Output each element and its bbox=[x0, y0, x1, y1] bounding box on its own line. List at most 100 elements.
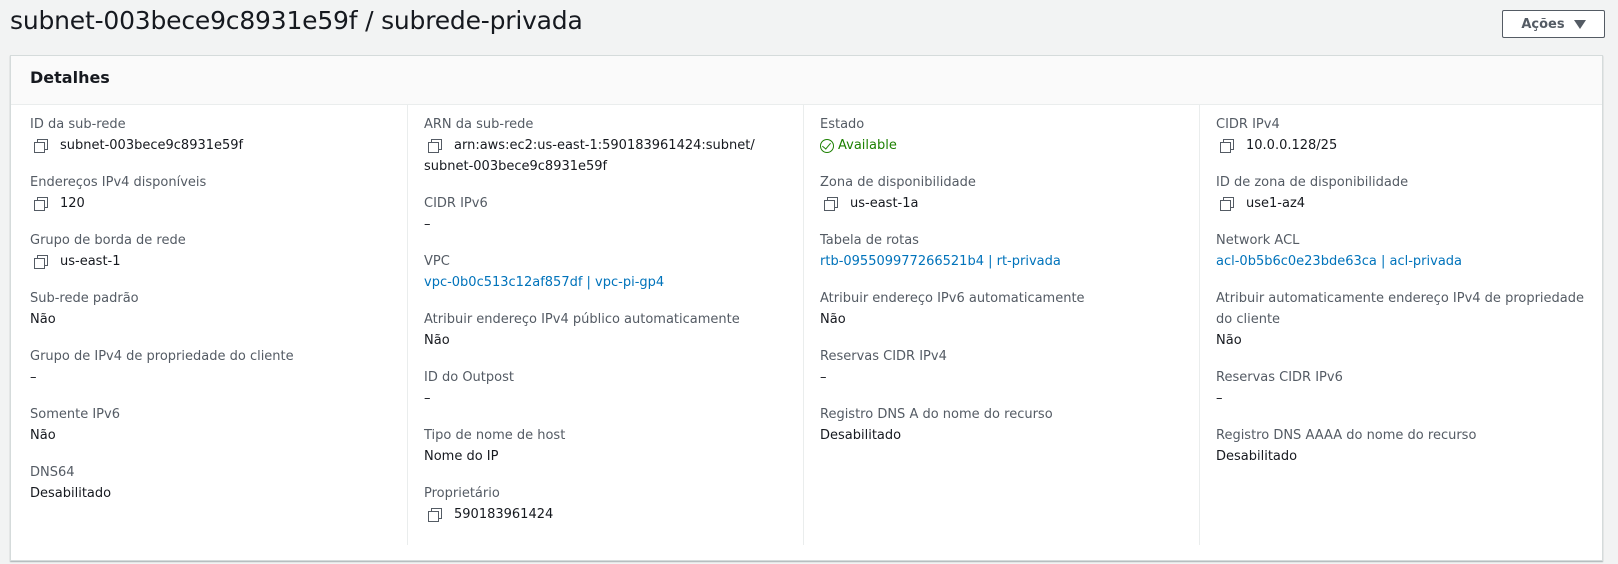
available-ipv4-label: Endereços IPv4 disponíveis bbox=[30, 175, 207, 190]
hostname-type-field: Tipo de nome de host Nome do IP bbox=[424, 425, 565, 467]
copy-icon[interactable] bbox=[428, 508, 442, 522]
ipv4-cidr-label: CIDR IPv4 bbox=[1216, 117, 1280, 132]
vpc-field: VPC vpc-0b0c513c12af857df | vpc-pi-gp4 bbox=[424, 251, 664, 293]
subnet-arn-value-row: arn:aws:ec2:us-east-1:590183961424:subne… bbox=[424, 135, 755, 156]
copy-icon[interactable] bbox=[428, 139, 442, 153]
dns-a-record-field: Registro DNS A do nome do recurso Desabi… bbox=[820, 404, 1053, 446]
ipv4-cidr-value-row: 10.0.0.128/25 bbox=[1216, 135, 1337, 156]
ipv6-cidr-field: CIDR IPv6 – bbox=[424, 193, 488, 235]
availability-zone-value-row: us-east-1a bbox=[820, 193, 976, 214]
details-column-3: Estado Available Zona de disponibilidade… bbox=[803, 105, 1199, 545]
ipv6-cidr-reservations-field: Reservas CIDR IPv6 – bbox=[1216, 367, 1343, 409]
state-status: Available bbox=[820, 135, 897, 156]
owner-label: Proprietário bbox=[424, 486, 500, 501]
outpost-id-field: ID do Outpost – bbox=[424, 367, 514, 409]
availability-zone-id-value: use1-az4 bbox=[1246, 196, 1306, 211]
ipv4-cidr-value: 10.0.0.128/25 bbox=[1246, 138, 1338, 153]
availability-zone-id-value-row: use1-az4 bbox=[1216, 193, 1408, 214]
check-circle-icon bbox=[820, 138, 834, 153]
dns-aaaa-record-field: Registro DNS AAAA do nome do recurso Des… bbox=[1216, 425, 1476, 467]
subnet-arn-label: ARN da sub-rede bbox=[424, 117, 534, 132]
hostname-type-label: Tipo de nome de host bbox=[424, 428, 566, 443]
actions-button[interactable]: Ações bbox=[1502, 10, 1605, 38]
ipv6-only-field: Somente IPv6 Não bbox=[30, 404, 120, 446]
state-value: Available bbox=[838, 138, 897, 153]
auto-assign-public-ipv4-field: Atribuir endereço IPv4 público automatic… bbox=[424, 309, 740, 351]
network-acl-link[interactable]: acl-0b5b6c0e23bde63ca | acl-privada bbox=[1216, 251, 1462, 272]
owner-value-row: 590183961424 bbox=[424, 504, 553, 525]
available-ipv4-value: 120 bbox=[60, 196, 85, 211]
details-panel-header: Detalhes bbox=[11, 56, 1602, 105]
network-border-group-value: us-east-1 bbox=[60, 254, 121, 269]
details-column-1: ID da sub-rede subnet-003bece9c8931e59f … bbox=[30, 105, 410, 545]
network-border-group-label: Grupo de borda de rede bbox=[30, 233, 186, 248]
network-border-group-field: Grupo de borda de rede us-east-1 bbox=[30, 230, 186, 272]
state-field: Estado Available bbox=[820, 114, 897, 156]
vpc-link[interactable]: vpc-0b0c513c12af857df | vpc-pi-gp4 bbox=[424, 272, 664, 293]
available-ipv4-value-row: 120 bbox=[30, 193, 206, 214]
copy-icon[interactable] bbox=[34, 255, 48, 269]
customer-owned-ipv4-pool-label: Grupo de IPv4 de propriedade do cliente bbox=[30, 349, 294, 364]
auto-assign-customer-ipv4-label-line1: Atribuir automaticamente endereço IPv4 d… bbox=[1216, 291, 1585, 306]
caret-down-icon bbox=[1573, 19, 1586, 29]
dns64-value: Desabilitado bbox=[30, 486, 112, 501]
owner-value: 590183961424 bbox=[454, 507, 554, 522]
subnet-arn-value-line1: arn:aws:ec2:us-east-1:590183961424:subne… bbox=[454, 138, 755, 153]
vpc-label: VPC bbox=[424, 254, 450, 269]
copy-icon[interactable] bbox=[34, 197, 48, 211]
copy-icon[interactable] bbox=[1220, 197, 1234, 211]
ipv6-only-value: Não bbox=[30, 428, 56, 443]
availability-zone-id-field: ID de zona de disponibilidade use1-az4 bbox=[1216, 172, 1408, 214]
subnet-id-value-row: subnet-003bece9c8931e59f bbox=[30, 135, 243, 156]
availability-zone-value: us-east-1a bbox=[850, 196, 919, 211]
details-panel-title: Detalhes bbox=[30, 68, 110, 87]
details-column-4: CIDR IPv4 10.0.0.128/25 ID de zona de di… bbox=[1199, 105, 1595, 545]
auto-assign-customer-ipv4-field: Atribuir automaticamente endereço IPv4 d… bbox=[1216, 288, 1584, 351]
ipv4-cidr-reservations-field: Reservas CIDR IPv4 – bbox=[820, 346, 947, 388]
network-acl-label: Network ACL bbox=[1216, 233, 1300, 248]
network-acl-field: Network ACL acl-0b5b6c0e23bde63ca | acl-… bbox=[1216, 230, 1462, 272]
copy-icon[interactable] bbox=[34, 139, 48, 153]
ipv4-cidr-reservations-value: – bbox=[820, 370, 827, 385]
actions-button-label: Ações bbox=[1521, 16, 1565, 32]
dns-a-record-value: Desabilitado bbox=[820, 428, 902, 443]
dns64-label: DNS64 bbox=[30, 465, 75, 480]
network-border-group-value-row: us-east-1 bbox=[30, 251, 186, 272]
customer-owned-ipv4-pool-value: – bbox=[30, 370, 37, 385]
details-columns: ID da sub-rede subnet-003bece9c8931e59f … bbox=[11, 105, 1602, 560]
auto-assign-ipv6-label: Atribuir endereço IPv6 automaticamente bbox=[820, 291, 1085, 306]
copy-icon[interactable] bbox=[1220, 139, 1234, 153]
details-panel: Detalhes ID da sub-rede subnet-003bece9c… bbox=[10, 55, 1603, 561]
ipv4-cidr-reservations-label: Reservas CIDR IPv4 bbox=[820, 349, 947, 364]
availability-zone-label: Zona de disponibilidade bbox=[820, 175, 976, 190]
availability-zone-field: Zona de disponibilidade us-east-1a bbox=[820, 172, 976, 214]
subnet-id-label: ID da sub-rede bbox=[30, 117, 126, 132]
default-subnet-field: Sub-rede padrão Não bbox=[30, 288, 139, 330]
ipv6-cidr-label: CIDR IPv6 bbox=[424, 196, 488, 211]
dns-aaaa-record-label: Registro DNS AAAA do nome do recurso bbox=[1216, 428, 1477, 443]
default-subnet-label: Sub-rede padrão bbox=[30, 291, 139, 306]
subnet-id-field: ID da sub-rede subnet-003bece9c8931e59f bbox=[30, 114, 243, 156]
dns-aaaa-record-value: Desabilitado bbox=[1216, 449, 1298, 464]
hostname-type-value: Nome do IP bbox=[424, 449, 499, 464]
availability-zone-id-label: ID de zona de disponibilidade bbox=[1216, 175, 1409, 190]
subnet-id-value: subnet-003bece9c8931e59f bbox=[60, 138, 244, 153]
ipv4-cidr-field: CIDR IPv4 10.0.0.128/25 bbox=[1216, 114, 1337, 156]
auto-assign-public-ipv4-label: Atribuir endereço IPv4 público automatic… bbox=[424, 312, 740, 327]
auto-assign-customer-ipv4-label-line2: do cliente bbox=[1216, 312, 1281, 327]
route-table-link[interactable]: rtb-095509977266521b4 | rt-privada bbox=[820, 251, 1061, 272]
auto-assign-customer-ipv4-value: Não bbox=[1216, 333, 1242, 348]
auto-assign-public-ipv4-value: Não bbox=[424, 333, 450, 348]
ipv6-cidr-reservations-label: Reservas CIDR IPv6 bbox=[1216, 370, 1343, 385]
outpost-id-value: – bbox=[424, 391, 431, 406]
ipv6-cidr-value: – bbox=[424, 217, 431, 232]
copy-icon[interactable] bbox=[824, 197, 838, 211]
route-table-field: Tabela de rotas rtb-095509977266521b4 | … bbox=[820, 230, 1061, 272]
subnet-arn-field: ARN da sub-rede arn:aws:ec2:us-east-1:59… bbox=[424, 114, 755, 177]
ipv6-only-label: Somente IPv6 bbox=[30, 407, 120, 422]
default-subnet-value: Não bbox=[30, 312, 56, 327]
owner-field: Proprietário 590183961424 bbox=[424, 483, 553, 525]
available-ipv4-field: Endereços IPv4 disponíveis 120 bbox=[30, 172, 206, 214]
outpost-id-label: ID do Outpost bbox=[424, 370, 514, 385]
state-label: Estado bbox=[820, 117, 865, 132]
